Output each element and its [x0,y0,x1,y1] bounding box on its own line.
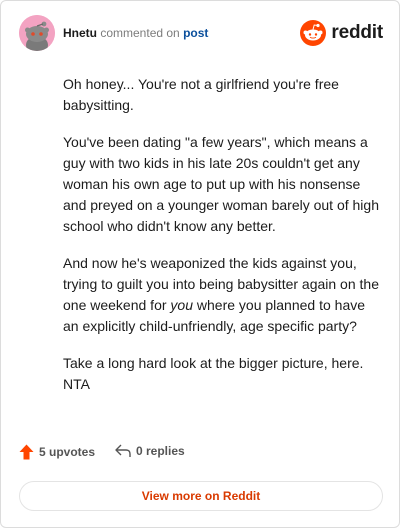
comment-paragraph: Take a long hard look at the bigger pict… [63,355,364,392]
reply-arrow-icon [115,444,131,457]
post-link[interactable]: post [183,26,208,40]
reddit-wordmark: reddit [331,22,383,43]
reply-count: 0 replies [136,444,185,458]
comment-paragraph: You've been dating "a few years", which … [63,134,379,234]
comment-paragraph: And now he's weaponized the kids against… [63,253,381,337]
comment-paragraph: Oh honey... You're not a girlfriend you'… [63,76,339,113]
reply-button[interactable]: 0 replies [115,444,185,458]
upvote-arrow-icon [19,444,34,460]
reddit-alien-icon [300,20,327,46]
upvote-button[interactable]: 5 upvotes [19,444,95,460]
comment-body: Oh honey... You're not a girlfriend you'… [63,74,381,411]
comment-meta: Hnetu commented on post [63,26,208,40]
snoo-avatar-icon [19,15,55,51]
embed-card: Hnetu commented on post reddit Oh honey.… [0,0,400,528]
commented-on-text: commented on [100,26,180,40]
comment-footer: 5 upvotes 0 replies [19,444,381,466]
user-avatar[interactable] [19,15,55,51]
reddit-logo[interactable]: reddit [300,19,383,47]
username-link[interactable]: Hnetu [63,26,97,40]
comment-header: Hnetu commented on post reddit [15,15,385,55]
upvote-count: 5 upvotes [39,445,96,459]
comment-emphasis: you [170,297,193,313]
view-more-button[interactable]: View more on Reddit [19,481,383,511]
